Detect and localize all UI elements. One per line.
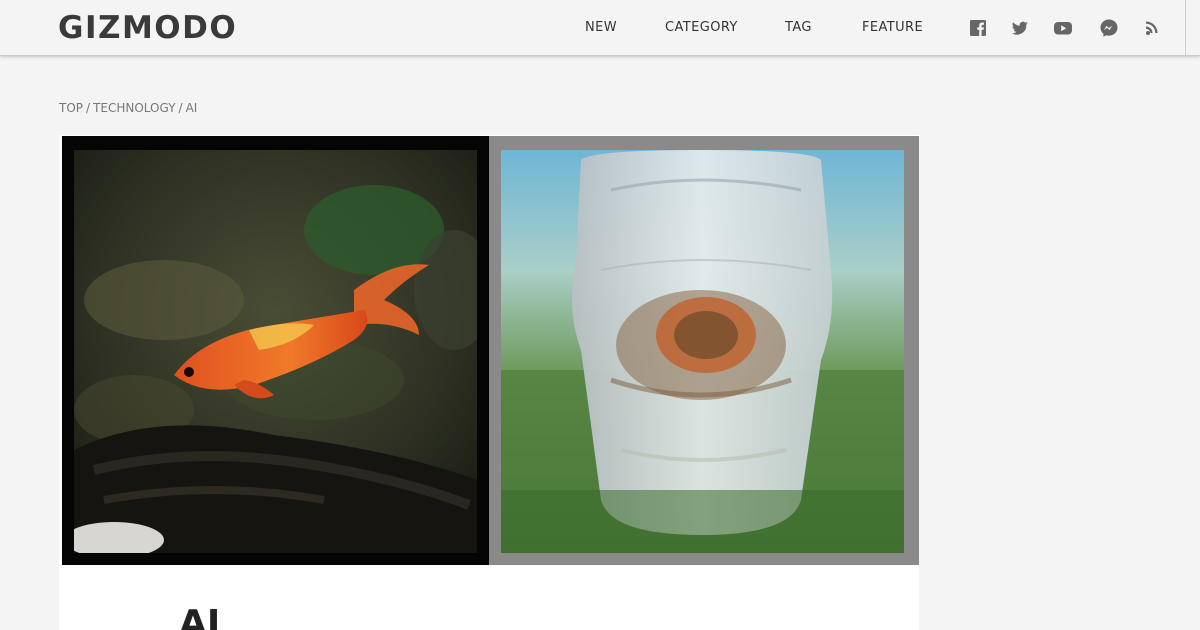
nav-item-new[interactable]: NEW bbox=[585, 20, 617, 36]
breadcrumb-top[interactable]: TOP bbox=[59, 101, 83, 115]
breadcrumb: TOP / TECHNOLOGY / AI bbox=[59, 101, 197, 116]
header-divider bbox=[1185, 0, 1186, 56]
site-header: GIZMODO NEW CATEGORY TAG FEATURE bbox=[0, 0, 1200, 56]
goldfish-image bbox=[62, 136, 489, 565]
rss-icon[interactable] bbox=[1142, 17, 1164, 39]
hero-image bbox=[62, 136, 919, 565]
youtube-icon[interactable] bbox=[1052, 17, 1074, 39]
breadcrumb-ai[interactable]: AI bbox=[186, 101, 198, 115]
site-logo[interactable]: GIZMODO bbox=[58, 9, 237, 47]
twitter-icon[interactable] bbox=[1009, 17, 1031, 39]
breadcrumb-separator: / bbox=[86, 101, 91, 115]
ai-generated-image bbox=[489, 136, 919, 565]
breadcrumb-technology[interactable]: TECHNOLOGY bbox=[93, 101, 175, 115]
nav-item-tag[interactable]: TAG bbox=[785, 20, 812, 36]
article-card: AI bbox=[59, 135, 919, 630]
messenger-icon[interactable] bbox=[1098, 17, 1120, 39]
facebook-icon[interactable] bbox=[967, 17, 989, 39]
article-title: AI bbox=[179, 603, 221, 630]
nav-item-feature[interactable]: FEATURE bbox=[862, 20, 923, 36]
nav-item-category[interactable]: CATEGORY bbox=[665, 20, 738, 36]
breadcrumb-separator: / bbox=[178, 101, 183, 115]
